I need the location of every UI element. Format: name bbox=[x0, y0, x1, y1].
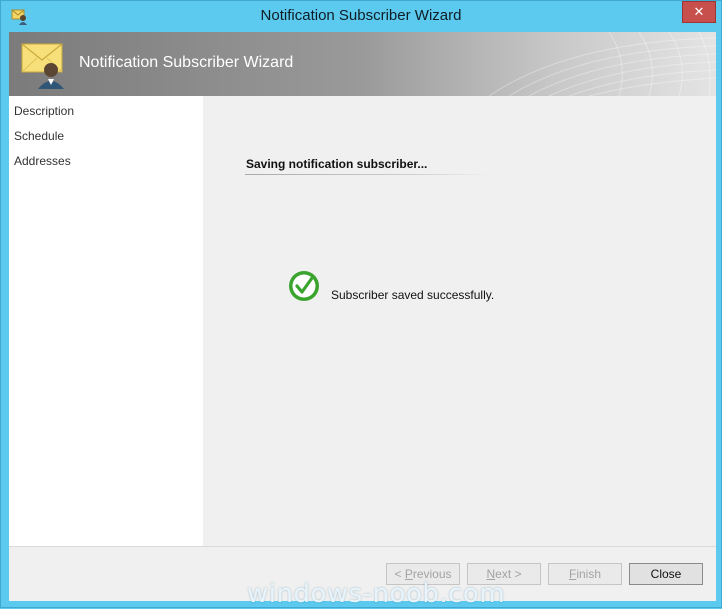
finish-button-label: inish bbox=[576, 567, 602, 581]
title-bar[interactable]: Notification Subscriber Wizard ✕ bbox=[1, 1, 721, 31]
section-heading: Saving notification subscriber... bbox=[246, 157, 428, 171]
wizard-window: Notification Subscriber Wizard ✕ Notific… bbox=[0, 0, 722, 609]
wizard-content-panel: Saving notification subscriber... Subscr… bbox=[203, 96, 716, 546]
previous-button-mnemonic: P bbox=[404, 567, 413, 581]
step-schedule[interactable]: Schedule bbox=[14, 129, 64, 143]
check-circle-icon bbox=[289, 271, 319, 301]
wizard-client-area: Notification Subscriber Wizard Descripti… bbox=[9, 32, 716, 601]
next-button-mnemonic: N bbox=[486, 567, 496, 581]
previous-button[interactable]: < Previous bbox=[386, 563, 460, 585]
step-addresses[interactable]: Addresses bbox=[14, 154, 71, 168]
next-button-label: ext > bbox=[495, 567, 522, 581]
banner-title: Notification Subscriber Wizard bbox=[79, 54, 294, 71]
previous-button-label: revious bbox=[412, 567, 452, 581]
window-close-button[interactable]: ✕ bbox=[682, 1, 716, 23]
next-button[interactable]: Next > bbox=[467, 563, 541, 585]
envelope-user-icon bbox=[21, 43, 64, 89]
status-message: Subscriber saved successfully. bbox=[331, 288, 495, 302]
step-description[interactable]: Description bbox=[14, 104, 74, 118]
finish-button[interactable]: Finish bbox=[548, 563, 622, 585]
close-button[interactable]: Close bbox=[629, 563, 703, 585]
window-title: Notification Subscriber Wizard bbox=[260, 7, 462, 24]
section-divider bbox=[245, 174, 490, 175]
previous-button-prefix: < bbox=[394, 567, 405, 581]
wizard-banner: Notification Subscriber Wizard bbox=[9, 32, 716, 96]
wizard-steps-panel: Description Schedule Addresses bbox=[9, 96, 203, 546]
footer-divider bbox=[9, 546, 716, 547]
